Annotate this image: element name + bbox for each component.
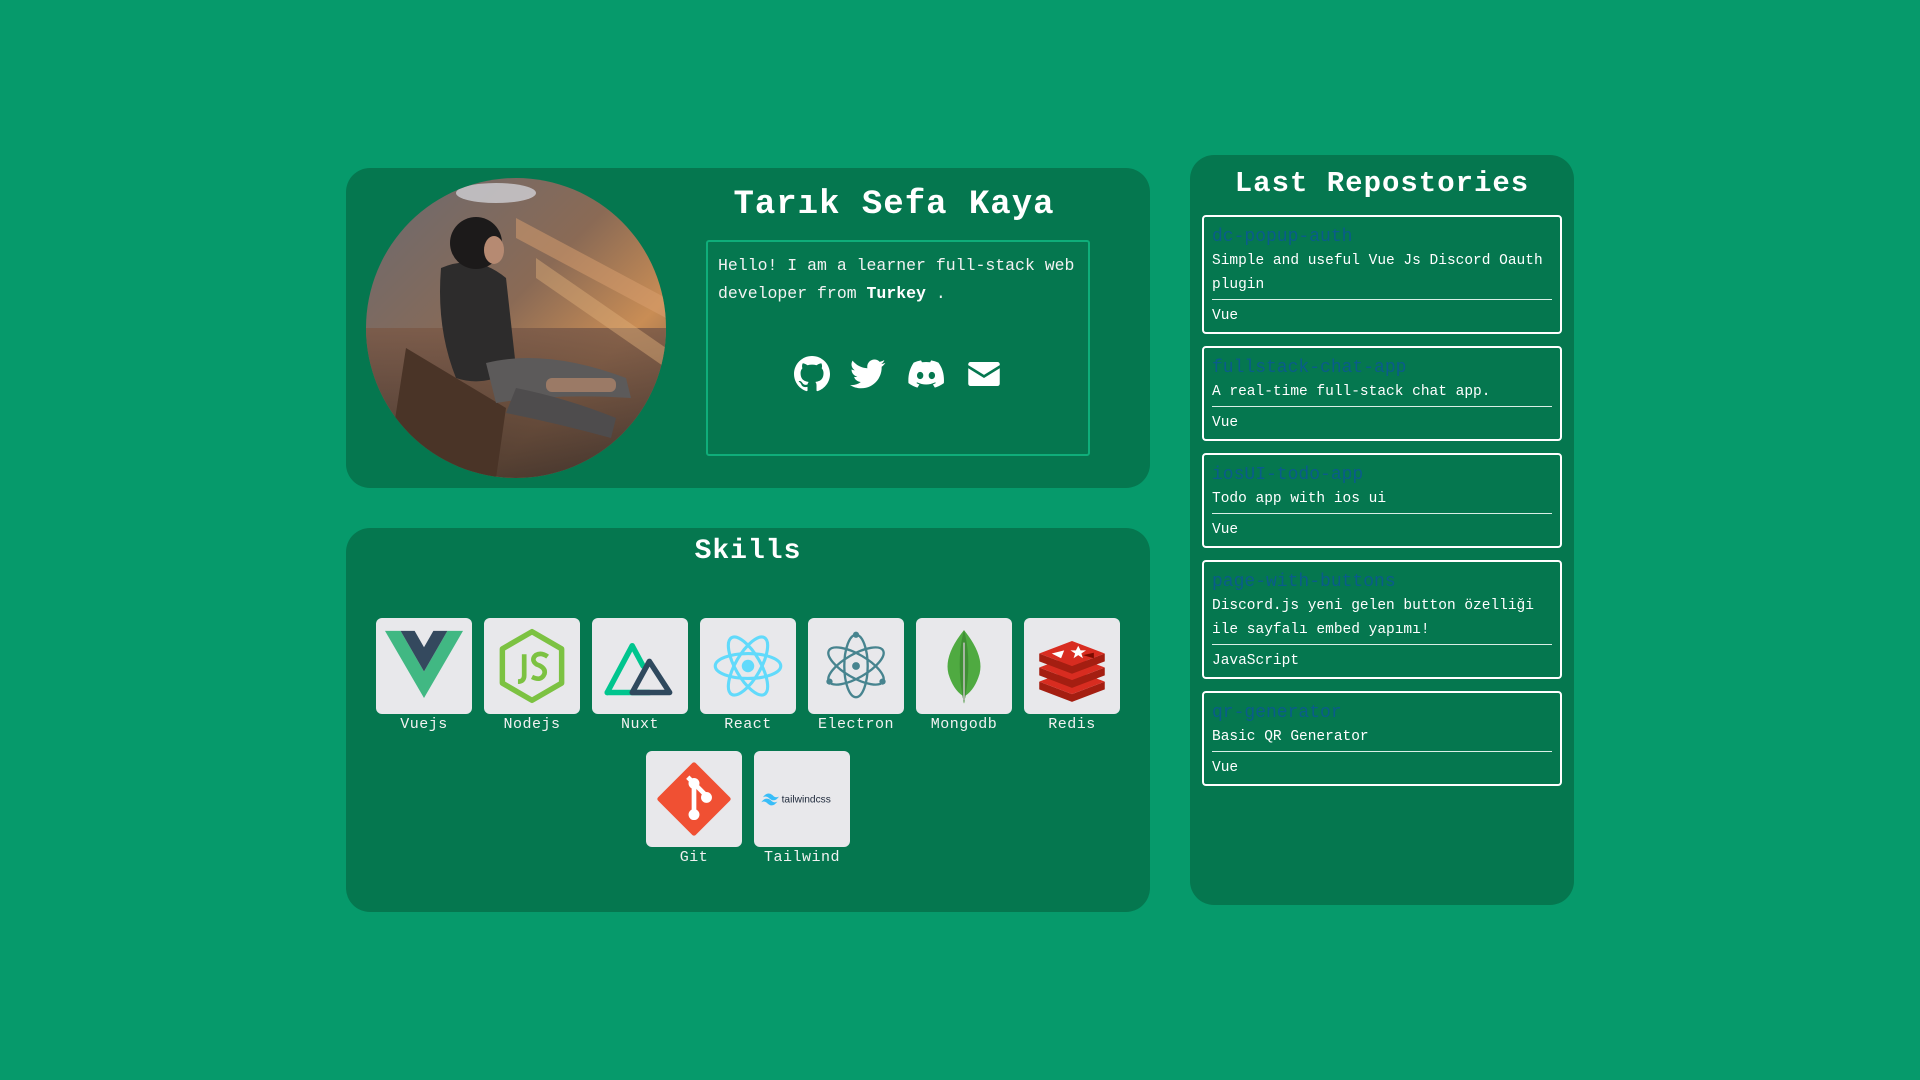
avatar [366,178,666,478]
repo-name[interactable]: page-with-buttons [1212,572,1552,592]
skill-react: React [700,618,796,733]
repo-language: JavaScript [1212,653,1300,669]
repo-card[interactable]: iosUI-todo-app Todo app with ios ui Vue [1202,453,1562,548]
github-icon[interactable] [794,356,830,392]
mongodb-icon [916,618,1012,714]
repo-description: Simple and useful Vue Js Discord Oauth p… [1212,249,1552,300]
repo-description: Basic QR Generator [1212,725,1552,752]
bio-suffix: . [925,284,946,303]
skill-label: Tailwind [763,849,840,866]
skills-grid: Vuejs Nodejs Nuxt React Electron Mongodb… [346,618,1150,866]
repo-name[interactable]: qr-generator [1212,703,1552,723]
skill-vuejs: Vuejs [376,618,472,733]
repo-description: Todo app with ios ui [1212,487,1552,514]
repo-description: A real-time full-stack chat app. [1212,380,1552,407]
repos-card: Last Repostories dc-popup-auth Simple an… [1190,155,1574,905]
bio-country: Turkey [866,284,926,303]
redis-icon [1024,618,1120,714]
discord-icon[interactable] [906,356,946,392]
repo-language: Vue [1212,308,1239,324]
skills-card: Skills Vuejs Nodejs Nuxt React Electron … [346,528,1150,912]
bio-box: Hello! I am a learner full-stack web dev… [706,240,1090,456]
repo-language: Vue [1212,760,1239,776]
mail-icon[interactable] [966,356,1002,392]
repo-name[interactable]: dc-popup-auth [1212,227,1552,247]
nuxt-icon [592,618,688,714]
profile-name: Tarık Sefa Kaya [733,186,1055,224]
skill-tailwind: tailwindcss Tailwind [754,751,850,866]
repo-card[interactable]: qr-generator Basic QR Generator Vue [1202,691,1562,786]
avatar-photo [366,178,666,478]
skill-electron: Electron [808,618,904,733]
repo-card[interactable]: dc-popup-auth Simple and useful Vue Js D… [1202,215,1562,334]
nodejs-icon [484,618,580,714]
skill-label: Vuejs [400,716,448,733]
repo-language: Vue [1212,415,1239,431]
repo-description: Discord.js yeni gelen button özelliği il… [1212,594,1552,645]
skills-title: Skills [694,536,802,567]
skill-nodejs: Nodejs [484,618,580,733]
skill-label: Electron [817,716,894,733]
twitter-icon[interactable] [850,356,886,392]
repo-card[interactable]: page-with-buttons Discord.js yeni gelen … [1202,560,1562,679]
skill-redis: Redis [1024,618,1120,733]
skill-nuxt: Nuxt [592,618,688,733]
skill-mongodb: Mongodb [916,618,1012,733]
skill-label: Nodejs [503,716,561,733]
svg-text:tailwindcss: tailwindcss [782,794,831,805]
git-icon [646,751,742,847]
skill-label: Redis [1048,716,1096,733]
tailwind-icon: tailwindcss [754,751,850,847]
skill-git: Git [646,751,742,866]
skill-label: React [724,716,772,733]
repo-name[interactable]: iosUI-todo-app [1212,465,1552,485]
skill-label: Mongodb [930,716,998,733]
skill-label: Nuxt [620,716,659,733]
skill-label: Git [679,849,709,866]
bio-text: Hello! I am a learner full-stack web dev… [718,252,1078,308]
social-links [708,356,1088,392]
react-icon [700,618,796,714]
repos-title: Last Repostories [1234,167,1530,200]
repo-card[interactable]: fullstack-chat-app A real-time full-stac… [1202,346,1562,441]
electron-icon [808,618,904,714]
profile-card: Tarık Sefa Kaya Hello! I am a learner fu… [346,168,1150,488]
repo-language: Vue [1212,522,1239,538]
repo-list: dc-popup-auth Simple and useful Vue Js D… [1202,215,1562,786]
repo-name[interactable]: fullstack-chat-app [1212,358,1552,378]
vue-icon [376,618,472,714]
